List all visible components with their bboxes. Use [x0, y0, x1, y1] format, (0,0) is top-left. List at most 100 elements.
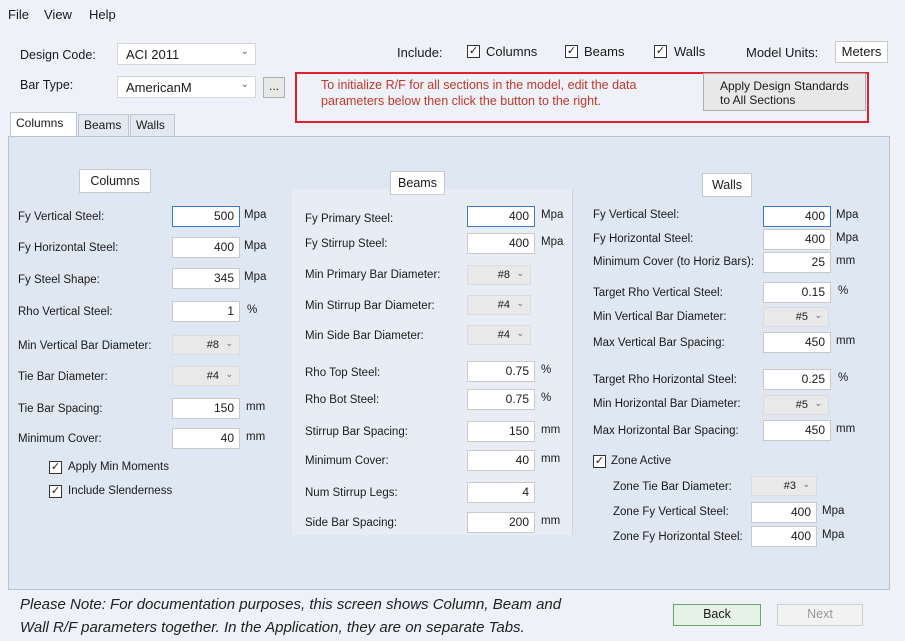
bar-type-label: Bar Type: [20, 78, 74, 92]
wall-fy-vertical-input[interactable]: 400 [763, 206, 831, 227]
beams-section-title: Beams [390, 171, 445, 195]
wall-fy-horizontal-unit: Mpa [836, 232, 859, 244]
design-code-value: ACI 2011 [126, 47, 180, 62]
beam-min-cover-input[interactable]: 40 [467, 450, 535, 471]
wall-fy-horizontal-input[interactable]: 400 [763, 229, 831, 250]
chevron-down-icon: ⌄ [240, 46, 249, 57]
col-fy-horizontal-input[interactable]: 400 [172, 237, 240, 258]
menu-view[interactable]: View [44, 7, 72, 22]
chevron-down-icon: ⌄ [516, 298, 524, 308]
apply-min-moments-checkbox[interactable]: ✓ [49, 461, 62, 474]
wall-max-vert-spacing-label: Max Vertical Bar Spacing: [593, 337, 725, 349]
tab-beams[interactable]: Beams [78, 114, 129, 136]
col-tie-dia-label: Tie Bar Diameter: [18, 371, 108, 383]
col-min-vert-dia-dropdown[interactable]: #8 ⌄ [172, 335, 240, 355]
include-beams-label: Beams [584, 44, 625, 59]
zone-tie-dia-dropdown[interactable]: #3 ⌄ [751, 476, 817, 496]
next-button[interactable]: Next [777, 604, 863, 626]
col-fy-horizontal-label: Fy Horizontal Steel: [18, 242, 119, 254]
include-walls-checkbox[interactable]: ✓ [654, 45, 667, 58]
beam-min-stirrup-dia-value: #4 [497, 299, 510, 311]
col-tie-dia-dropdown[interactable]: #4 ⌄ [172, 366, 240, 386]
col-rho-vertical-unit: % [247, 304, 258, 316]
wall-target-rho-horiz-label: Target Rho Horizontal Steel: [593, 374, 737, 386]
wall-min-vert-dia-label: Min Vertical Bar Diameter: [593, 311, 727, 323]
include-beams-checkbox[interactable]: ✓ [565, 45, 578, 58]
include-columns-checkbox[interactable]: ✓ [467, 45, 480, 58]
beam-min-side-dia-value: #4 [497, 329, 510, 341]
wall-max-horiz-spacing-input[interactable]: 450 [763, 420, 831, 441]
bar-type-dropdown[interactable]: AmericanM ⌄ [117, 76, 256, 98]
wall-target-rho-vert-input[interactable]: 0.15 [763, 282, 831, 303]
wall-fy-horizontal-label: Fy Horizontal Steel: [593, 233, 694, 245]
beam-min-cover-unit: mm [541, 453, 561, 465]
col-min-cover-unit: mm [246, 431, 266, 443]
beam-stirrup-legs-input[interactable]: 4 [467, 482, 535, 503]
col-rho-vertical-input[interactable]: 1 [172, 301, 240, 322]
beam-fy-primary-input[interactable]: 400 [467, 206, 535, 227]
menu-help[interactable]: Help [89, 7, 116, 22]
zone-tie-dia-label: Zone Tie Bar Diameter: [613, 481, 732, 493]
beam-min-side-dia-dropdown[interactable]: #4 ⌄ [467, 325, 531, 345]
beam-fy-stirrup-input[interactable]: 400 [467, 233, 535, 254]
wall-min-cover-input[interactable]: 25 [763, 252, 831, 273]
beam-min-primary-dia-value: #8 [497, 269, 510, 281]
zone-fy-vert-unit: Mpa [822, 505, 845, 517]
design-code-dropdown[interactable]: ACI 2011 ⌄ [117, 43, 256, 65]
wall-min-cover-unit: mm [836, 255, 856, 267]
wall-max-vert-spacing-input[interactable]: 450 [763, 332, 831, 353]
beam-rho-bot-input[interactable]: 0.75 [467, 389, 535, 410]
model-units-label: Model Units: [746, 45, 819, 60]
back-button[interactable]: Back [673, 604, 761, 626]
chevron-down-icon: ⌄ [240, 79, 249, 90]
wall-target-rho-horiz-input[interactable]: 0.25 [763, 369, 831, 390]
chevron-down-icon: ⌄ [225, 338, 233, 348]
col-fy-shape-label: Fy Steel Shape: [18, 274, 100, 286]
beam-min-stirrup-dia-label: Min Stirrup Bar Diameter: [305, 300, 435, 312]
wall-max-horiz-spacing-unit: mm [836, 423, 856, 435]
note-line-1: Please Note: For documentation purposes,… [20, 596, 562, 613]
col-min-cover-input[interactable]: 40 [172, 428, 240, 449]
wall-min-vert-dia-dropdown[interactable]: #5 ⌄ [763, 307, 829, 327]
zone-fy-vert-input[interactable]: 400 [751, 502, 817, 523]
tab-columns[interactable]: Columns [10, 112, 77, 137]
col-fy-shape-unit: Mpa [244, 271, 267, 283]
col-tie-spacing-unit: mm [246, 401, 266, 413]
wall-min-horiz-dia-dropdown[interactable]: #5 ⌄ [763, 395, 829, 415]
beam-side-spacing-unit: mm [541, 515, 561, 527]
beam-rho-bot-label: Rho Bot Steel: [305, 394, 380, 406]
apply-line1: Apply Design Standards [720, 79, 849, 93]
beam-min-cover-label: Minimum Cover: [305, 455, 389, 467]
zone-active-checkbox[interactable]: ✓ [593, 455, 606, 468]
beam-min-side-dia-label: Min Side Bar Diameter: [305, 330, 424, 342]
zone-fy-horiz-input[interactable]: 400 [751, 526, 817, 547]
apply-design-standards-button[interactable]: Apply Design Standards to All Sections [703, 73, 866, 111]
include-slenderness-checkbox[interactable]: ✓ [49, 485, 62, 498]
zone-fy-horiz-unit: Mpa [822, 529, 845, 541]
browse-button[interactable]: ... [263, 77, 285, 98]
beam-side-spacing-input[interactable]: 200 [467, 512, 535, 533]
col-fy-vertical-input[interactable]: 500 [172, 206, 240, 227]
col-tie-dia-value: #4 [206, 370, 219, 382]
model-units-value[interactable]: Meters [835, 41, 888, 63]
menu-file[interactable]: File [8, 7, 29, 22]
wall-target-rho-vert-label: Target Rho Vertical Steel: [593, 287, 723, 299]
walls-section-title: Walls [702, 173, 752, 197]
beam-min-stirrup-dia-dropdown[interactable]: #4 ⌄ [467, 295, 531, 315]
col-fy-shape-input[interactable]: 345 [172, 268, 240, 289]
tab-walls[interactable]: Walls [130, 114, 175, 136]
beam-rho-top-input[interactable]: 0.75 [467, 361, 535, 382]
col-min-vert-dia-value: #8 [206, 339, 219, 351]
beam-min-primary-dia-dropdown[interactable]: #8 ⌄ [467, 265, 531, 285]
wall-min-horiz-dia-label: Min Horizontal Bar Diameter: [593, 398, 741, 410]
zone-active-label: Zone Active [611, 455, 672, 467]
beam-stirrup-spacing-input[interactable]: 150 [467, 421, 535, 442]
beam-stirrup-spacing-unit: mm [541, 424, 561, 436]
col-tie-spacing-input[interactable]: 150 [172, 398, 240, 419]
include-label: Include: [397, 45, 443, 60]
menu-bar: File View Help [0, 0, 905, 28]
col-fy-vertical-unit: Mpa [244, 209, 267, 221]
col-min-vert-dia-label: Min Vertical Bar Diameter: [18, 340, 152, 352]
wall-fy-vertical-unit: Mpa [836, 209, 859, 221]
beam-rho-top-label: Rho Top Steel: [305, 367, 381, 379]
